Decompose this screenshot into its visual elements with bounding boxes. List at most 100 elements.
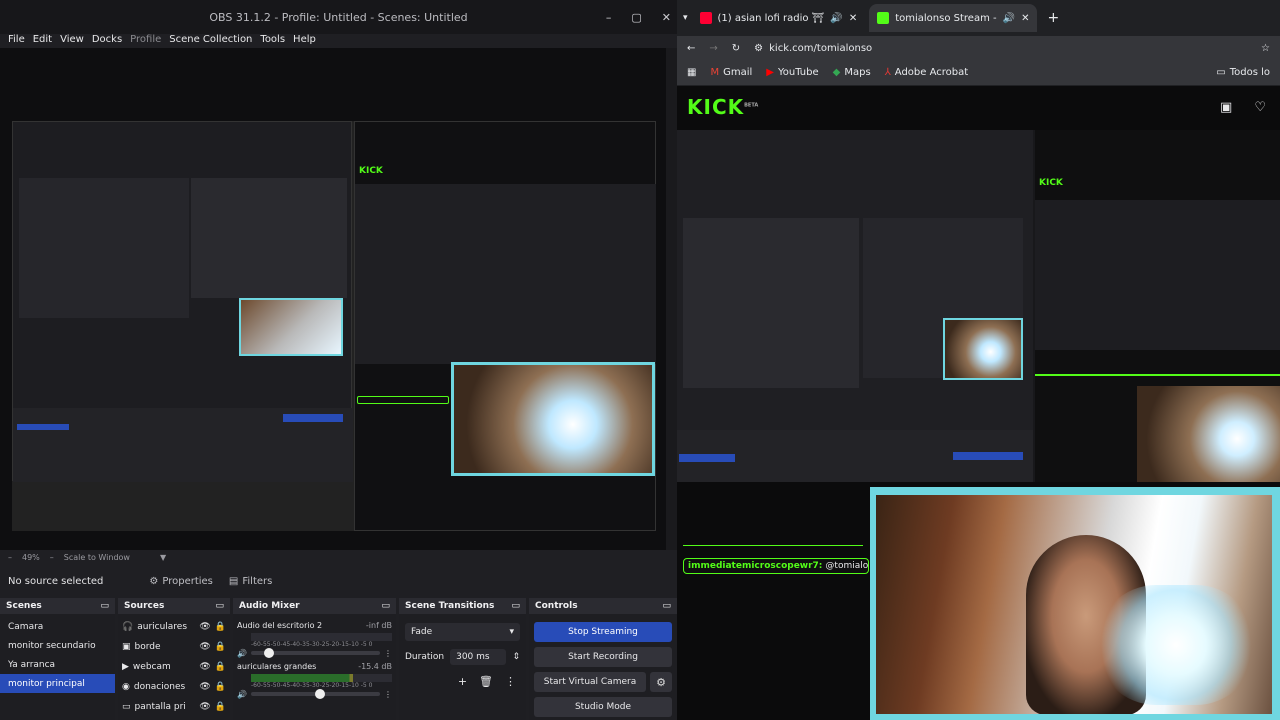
- undock-icon[interactable]: ▭: [215, 601, 224, 611]
- obs-preview[interactable]: KICK: [0, 48, 666, 550]
- close-icon[interactable]: ✕: [849, 13, 857, 24]
- stream-nested-stop: [953, 452, 1023, 460]
- lock-icon[interactable]: 🔒: [215, 702, 226, 712]
- chevron-down-icon[interactable]: ▼: [160, 553, 166, 562]
- lock-icon[interactable]: 🔒: [215, 662, 226, 672]
- nested-cam: [451, 362, 655, 476]
- filters-button[interactable]: ▤ Filters: [223, 573, 278, 590]
- tab-search-icon[interactable]: ▾: [683, 13, 688, 23]
- source-name: borde: [134, 642, 161, 652]
- volume-slider[interactable]: [250, 648, 380, 658]
- lock-icon[interactable]: 🔒: [215, 622, 226, 632]
- start-recording-button[interactable]: Start Recording: [534, 647, 672, 667]
- undock-icon[interactable]: ▭: [662, 601, 671, 611]
- zoom-minus-icon[interactable]: –: [8, 553, 12, 562]
- scene-item[interactable]: monitor secundario: [0, 636, 115, 655]
- forward-icon[interactable]: →: [709, 43, 717, 54]
- bookmark-acrobat[interactable]: ⅄ Adobe Acrobat: [885, 67, 969, 78]
- chat-message: immediatemicroscopewr7: @tomialonso Tire: [683, 558, 869, 574]
- url-field[interactable]: kick.com/tomialonso: [769, 43, 1247, 54]
- undock-icon[interactable]: ▭: [511, 601, 520, 611]
- new-tab-icon[interactable]: +: [1047, 10, 1059, 26]
- source-item[interactable]: 🎧 auriculares 👁 🔒: [118, 617, 230, 637]
- source-item[interactable]: ▭ pantalla pri 👁 🔒: [118, 697, 230, 717]
- mixer-channel-header: Audio del escritorio 2 -inf dB: [237, 621, 392, 630]
- bookmark-gmail[interactable]: M Gmail: [710, 67, 752, 78]
- maximize-icon[interactable]: ▢: [631, 11, 641, 24]
- visibility-icon[interactable]: 👁: [199, 622, 210, 632]
- bag-icon[interactable]: ▣: [1220, 100, 1232, 115]
- more-icon[interactable]: ⋮: [384, 690, 392, 699]
- minimize-icon[interactable]: –: [606, 11, 612, 24]
- undock-icon[interactable]: ▭: [381, 601, 390, 611]
- add-icon[interactable]: +: [458, 675, 467, 688]
- heart-icon[interactable]: ♡: [1254, 100, 1266, 115]
- scene-item[interactable]: monitor principal: [0, 674, 115, 693]
- zoom-plus-icon[interactable]: –: [50, 553, 54, 562]
- scene-item[interactable]: Camara: [0, 617, 115, 636]
- lock-icon[interactable]: 🔒: [215, 682, 226, 692]
- scene-item[interactable]: Ya arranca: [0, 655, 115, 674]
- speaker-icon[interactable]: 🔊: [1003, 13, 1015, 24]
- monitor-icon: ▭: [122, 702, 131, 712]
- visibility-icon[interactable]: 👁: [199, 642, 210, 652]
- zoom-level[interactable]: 49%: [22, 553, 40, 562]
- more-icon[interactable]: ⋮: [505, 675, 516, 688]
- menu-help[interactable]: Help: [289, 34, 320, 48]
- chat-username[interactable]: immediatemicroscopewr7:: [688, 561, 822, 571]
- reload-icon[interactable]: ↻: [732, 43, 740, 54]
- more-icon[interactable]: ⋮: [384, 649, 392, 658]
- menu-file[interactable]: File: [4, 34, 29, 48]
- speaker-icon[interactable]: 🔊: [830, 13, 842, 24]
- menu-edit[interactable]: Edit: [29, 34, 56, 48]
- visibility-icon[interactable]: 👁: [199, 702, 210, 712]
- preview-vertical-scrollbar[interactable]: [666, 48, 677, 550]
- back-icon[interactable]: ←: [687, 43, 695, 54]
- duration-field[interactable]: 300 ms: [450, 649, 507, 665]
- bookmark-youtube[interactable]: ▶ YouTube: [766, 67, 818, 78]
- close-icon[interactable]: ✕: [662, 11, 671, 24]
- bookmark-maps[interactable]: ◆ Maps: [833, 67, 871, 78]
- stop-streaming-button[interactable]: Stop Streaming: [534, 622, 672, 642]
- tab-kick[interactable]: tomialonso Stream - 🔊 ✕: [869, 4, 1038, 32]
- trash-icon[interactable]: 🗑: [479, 675, 493, 688]
- transition-select[interactable]: Fade ▾: [405, 623, 520, 641]
- tab-lofi[interactable]: (1) asian lofi radio ⛩ 🔊 ✕: [692, 4, 866, 32]
- visibility-icon[interactable]: 👁: [199, 662, 210, 672]
- scene-list: Camara monitor secundario Ya arranca monito…: [0, 614, 115, 720]
- lock-icon[interactable]: 🔒: [215, 642, 226, 652]
- source-item[interactable]: ▣ borde 👁 🔒: [118, 637, 230, 657]
- speaker-icon[interactable]: 🔊: [237, 649, 247, 658]
- preview-canvas[interactable]: KICK: [12, 121, 656, 531]
- menu-scene-collection[interactable]: Scene Collection: [165, 34, 256, 48]
- scale-mode-select[interactable]: Scale to Window: [64, 553, 130, 562]
- visibility-icon[interactable]: 👁: [199, 682, 210, 692]
- menu-tools[interactable]: Tools: [256, 34, 289, 48]
- stream-player[interactable]: KICK: [677, 130, 1280, 482]
- transition-tools: + 🗑 ⋮: [409, 675, 516, 688]
- volume-slider[interactable]: [250, 689, 380, 699]
- menu-view[interactable]: View: [56, 34, 88, 48]
- volume-knob[interactable]: [263, 648, 274, 658]
- duration-label: Duration: [405, 652, 445, 662]
- undock-icon[interactable]: ▭: [100, 601, 109, 611]
- all-bookmarks[interactable]: ▭ Todos lo: [1216, 67, 1270, 78]
- gear-icon[interactable]: ⚙: [650, 672, 672, 692]
- star-icon[interactable]: ☆: [1261, 43, 1270, 54]
- kick-logo[interactable]: KICKBETA: [687, 95, 758, 119]
- close-icon[interactable]: ✕: [1021, 13, 1029, 24]
- menu-profile[interactable]: Profile: [126, 34, 165, 48]
- studio-mode-button[interactable]: Studio Mode: [534, 697, 672, 717]
- apps-icon[interactable]: ▦: [687, 67, 696, 78]
- start-virtual-camera-button[interactable]: Start Virtual Camera: [534, 672, 646, 692]
- source-item[interactable]: ▶ webcam 👁 🔒: [118, 657, 230, 677]
- mixer-channel: auriculares grandes -15.4 dB -60-55-50-45-…: [233, 658, 396, 699]
- site-info-icon[interactable]: ⚙: [754, 43, 763, 54]
- volume-knob[interactable]: [315, 689, 326, 699]
- properties-button[interactable]: ⚙ Properties: [143, 573, 219, 590]
- sources-dock: Sources ▭ 🎧 auriculares 👁 🔒 ▣ borde 👁 🔒 ▶ webcam 👁…: [118, 598, 230, 720]
- source-item[interactable]: ◉ donaciones 👁 🔒: [118, 677, 230, 697]
- spinner-icon[interactable]: ⇕: [512, 652, 520, 662]
- speaker-icon[interactable]: 🔊: [237, 690, 247, 699]
- menu-docks[interactable]: Docks: [88, 34, 126, 48]
